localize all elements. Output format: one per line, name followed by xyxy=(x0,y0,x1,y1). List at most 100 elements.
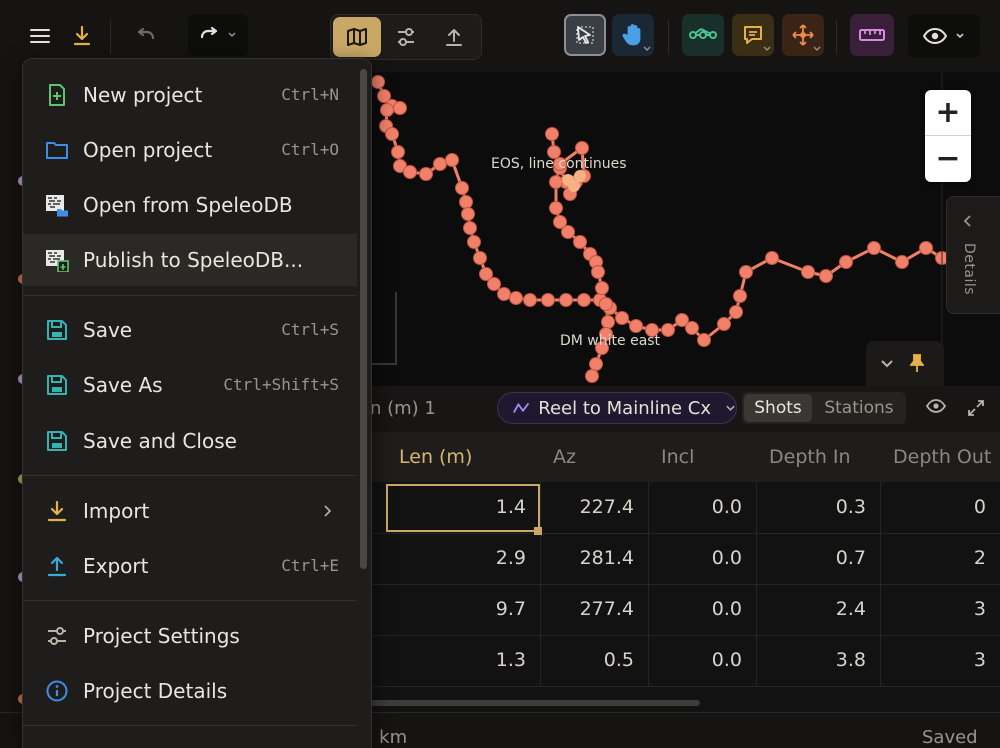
survey-station[interactable] xyxy=(568,180,580,192)
survey-station[interactable] xyxy=(394,102,407,115)
column-header-depth-in[interactable]: Depth In xyxy=(769,432,851,482)
survey-station[interactable] xyxy=(616,312,629,325)
menu-scrollbar[interactable] xyxy=(360,69,367,569)
survey-selector[interactable]: Reel to Mainline Cx xyxy=(497,392,737,424)
menu-item-import[interactable]: Import xyxy=(23,485,357,537)
survey-station[interactable] xyxy=(562,226,575,239)
cell-depth-out[interactable]: 0 xyxy=(880,482,986,533)
column-header-len[interactable]: Len (m) xyxy=(386,432,540,482)
survey-station[interactable] xyxy=(600,298,613,311)
survey-station[interactable] xyxy=(868,242,881,255)
survey-station[interactable] xyxy=(372,76,385,89)
survey-station[interactable] xyxy=(576,142,589,155)
table-row[interactable]: 2.9 281.4 0.0 0.7 2 xyxy=(370,533,1000,585)
cell-depth-in[interactable]: 2.4 xyxy=(756,584,866,635)
cell-len[interactable]: 1.3 xyxy=(386,635,526,686)
survey-station[interactable] xyxy=(586,370,599,383)
survey-station[interactable] xyxy=(574,236,587,249)
horizontal-scrollbar[interactable] xyxy=(370,700,700,706)
chevron-down-icon[interactable] xyxy=(880,359,894,369)
ruler-tool-button[interactable] xyxy=(850,14,894,56)
zoom-out-button[interactable]: − xyxy=(925,136,971,181)
survey-station[interactable] xyxy=(686,322,699,335)
survey-station[interactable] xyxy=(498,288,511,301)
cell-az[interactable]: 281.4 xyxy=(540,533,634,584)
upload-view-button[interactable] xyxy=(431,17,477,57)
survey-station[interactable] xyxy=(840,256,853,269)
pan-tool-button[interactable] xyxy=(612,14,654,56)
survey-station[interactable] xyxy=(802,266,815,279)
cell-incl[interactable]: 0.0 xyxy=(648,533,742,584)
menu-item-save-and-close[interactable]: Save and Close xyxy=(23,415,357,467)
menu-item-export[interactable]: ExportCtrl+E xyxy=(23,540,357,592)
survey-station[interactable] xyxy=(474,252,487,265)
survey-station[interactable] xyxy=(434,158,447,171)
survey-station[interactable] xyxy=(896,256,909,269)
redo-button[interactable] xyxy=(188,14,248,56)
survey-station[interactable] xyxy=(446,154,459,167)
survey-station[interactable] xyxy=(392,146,405,159)
column-header-az[interactable]: Az xyxy=(553,432,576,482)
cell-len[interactable]: 2.9 xyxy=(386,533,526,584)
survey-station[interactable] xyxy=(590,358,603,371)
survey-station[interactable] xyxy=(510,292,523,305)
expand-icon[interactable] xyxy=(967,399,985,417)
survey-station[interactable] xyxy=(920,242,933,255)
survey-plot[interactable] xyxy=(370,72,1000,386)
cell-az[interactable]: 227.4 xyxy=(540,482,634,533)
survey-station[interactable] xyxy=(630,320,643,333)
survey-station[interactable] xyxy=(602,316,615,329)
survey-station[interactable] xyxy=(381,104,394,117)
tab-stations[interactable]: Stations xyxy=(816,394,902,422)
cell-incl[interactable]: 0.0 xyxy=(648,635,742,686)
survey-station[interactable] xyxy=(820,270,833,283)
cell-depth-in[interactable]: 0.7 xyxy=(756,533,866,584)
select-tool-button[interactable] xyxy=(564,14,606,56)
survey-station[interactable] xyxy=(542,294,555,307)
menu-item-project-details[interactable]: Project Details xyxy=(23,665,357,717)
survey-station[interactable] xyxy=(734,290,747,303)
cell-depth-out[interactable]: 3 xyxy=(880,635,986,686)
fill-handle[interactable] xyxy=(534,527,542,535)
menu-item-project-settings[interactable]: Project Settings xyxy=(23,610,357,662)
zoom-in-button[interactable]: + xyxy=(925,90,971,136)
details-panel-tab[interactable]: Details xyxy=(946,196,1000,314)
pin-icon[interactable] xyxy=(910,353,924,373)
column-header-depth-out[interactable]: Depth Out xyxy=(893,432,991,482)
table-row[interactable]: 1.30.50.03.83 xyxy=(370,635,1000,687)
cell-incl[interactable]: 0.0 xyxy=(648,584,742,635)
comment-tool-button[interactable] xyxy=(732,14,774,56)
survey-station[interactable] xyxy=(386,128,399,141)
survey-station[interactable] xyxy=(464,222,477,235)
cell-depth-in[interactable]: 0.3 xyxy=(756,482,866,533)
survey-station[interactable] xyxy=(718,318,731,331)
survey-station[interactable] xyxy=(662,324,675,337)
download-button[interactable] xyxy=(66,20,98,52)
survey-station[interactable] xyxy=(456,182,469,195)
menu-item-save[interactable]: SaveCtrl+S xyxy=(23,304,357,356)
table-row[interactable]: 9.7277.40.02.43 xyxy=(370,584,1000,636)
tab-shots[interactable]: Shots xyxy=(744,394,812,422)
menu-button[interactable] xyxy=(24,20,56,52)
eye-icon[interactable] xyxy=(926,399,946,413)
cell-depth-out[interactable]: 2 xyxy=(880,533,986,584)
survey-station[interactable] xyxy=(740,266,753,279)
survey-station[interactable] xyxy=(460,196,473,209)
menu-item-new-project[interactable]: New projectCtrl+N xyxy=(23,69,357,121)
menu-item-open-project[interactable]: Open projectCtrl+O xyxy=(23,124,357,176)
survey-station[interactable] xyxy=(420,168,433,181)
menu-item-open-from-speleodb[interactable]: Open from SpeleoDB xyxy=(23,179,357,231)
survey-station[interactable] xyxy=(698,334,711,347)
survey-station[interactable] xyxy=(488,278,501,291)
cell-az[interactable]: 277.4 xyxy=(540,584,634,635)
survey-station[interactable] xyxy=(592,266,605,279)
cell-depth-in[interactable]: 3.8 xyxy=(756,635,866,686)
survey-station[interactable] xyxy=(550,202,563,215)
undo-button[interactable] xyxy=(126,20,162,52)
visibility-button[interactable] xyxy=(908,14,980,58)
cell-len[interactable]: 9.7 xyxy=(386,584,526,635)
column-header-incl[interactable]: Incl xyxy=(661,432,694,482)
map-view-button[interactable] xyxy=(333,17,381,57)
survey-station[interactable] xyxy=(730,306,743,319)
move-station-tool-button[interactable] xyxy=(782,14,824,56)
